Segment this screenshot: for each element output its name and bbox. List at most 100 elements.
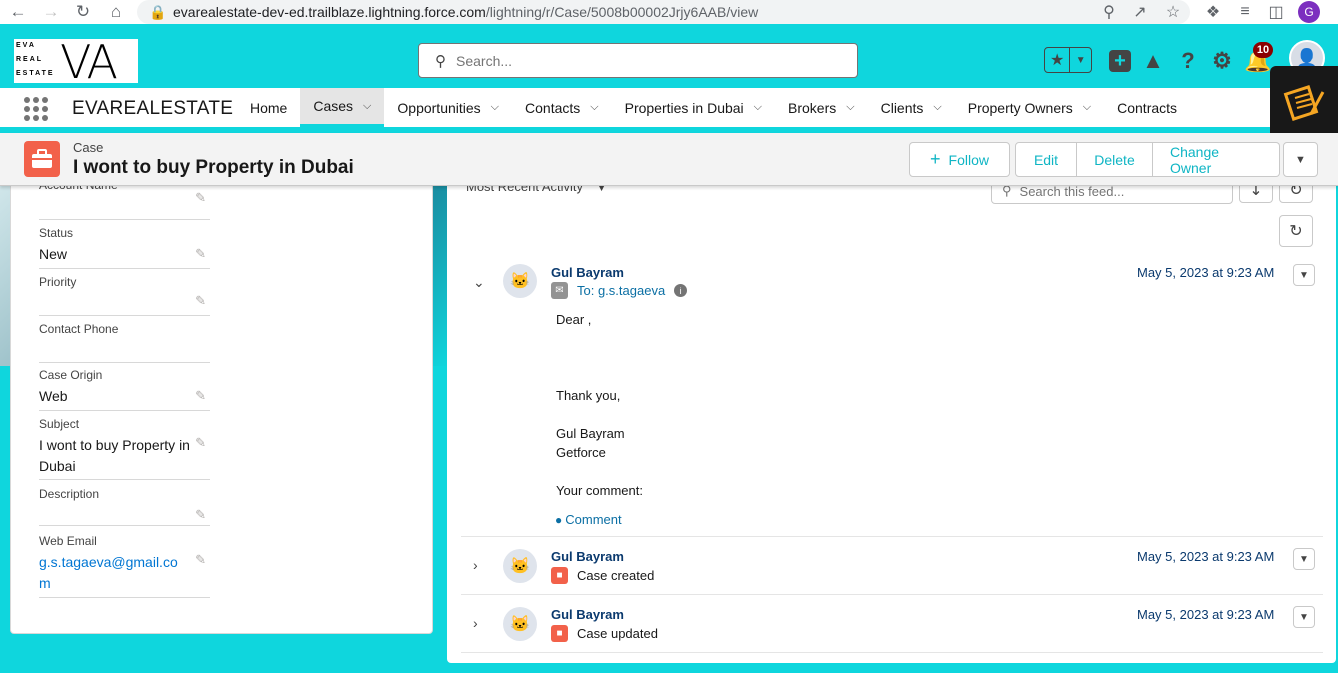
tab-contacts[interactable]: Contacts ⌵ [512, 88, 612, 127]
reload-icon[interactable]: ↻ [71, 0, 95, 24]
chevron-down-icon[interactable]: ⌵ [1083, 101, 1091, 114]
feed-item-menu-icon[interactable]: ▼ [1293, 548, 1315, 570]
email-recipient[interactable]: To: g.s.tagaeva [577, 283, 665, 298]
field-value: New [39, 246, 68, 262]
help-icon[interactable]: ? [1175, 48, 1201, 74]
browser-toolbar: ← → ↻ ⌂ 🔒 evarealestate-dev-ed.trailblaz… [0, 0, 1338, 24]
author-avatar[interactable]: 🐱 [503, 607, 537, 641]
web-email-link[interactable]: g.s.tagaeva@gmail.com [39, 552, 184, 594]
field-label: Description [39, 487, 100, 501]
case-icon: ■ [551, 567, 568, 584]
search-icon: ⚲ [435, 52, 446, 70]
field-label: Web Email [39, 534, 97, 548]
global-actions-button[interactable]: + [1107, 48, 1133, 74]
tab-home[interactable]: Home [237, 88, 300, 127]
delete-button[interactable]: Delete [1077, 142, 1153, 177]
edit-pencil-icon[interactable]: ✎ [195, 190, 206, 206]
author-name-link[interactable]: Gul Bayram [551, 265, 624, 280]
feed-item: › 🐱 Gul Bayram ■ Case updated May 5, 202… [461, 595, 1323, 653]
activity-feed-panel: Most Recent Activity ▼ ⚲ Search this fee… [447, 176, 1336, 663]
feed-item-date[interactable]: May 5, 2023 at 9:23 AM [1137, 607, 1274, 622]
collapse-chevron-icon[interactable]: ⌄ [473, 274, 485, 291]
comment-button[interactable]: ● Comment [555, 512, 622, 527]
trailhead-icon[interactable]: ▲ [1140, 48, 1166, 74]
author-name-link[interactable]: Gul Bayram [551, 607, 624, 622]
field-label: Subject [39, 417, 80, 431]
edit-pencil-icon[interactable]: ✎ [195, 388, 206, 404]
chevron-down-icon[interactable]: ⌵ [933, 101, 941, 114]
author-avatar[interactable]: 🐱 [503, 264, 537, 298]
feed-refresh-icon[interactable]: ↻ [1279, 215, 1313, 247]
tab-label: Brokers [788, 99, 837, 116]
setup-gear-icon[interactable]: ⚙ [1209, 48, 1235, 74]
email-body-line: Getforce [556, 445, 606, 460]
app-launcher-icon[interactable] [24, 97, 48, 121]
url-host: evarealestate-dev-ed.trailblaze.lightnin… [173, 4, 486, 20]
app-navigation-bar: EVAREALESTATE Home Cases ⌵ Opportunities ⌵… [0, 88, 1338, 130]
edit-pencil-icon[interactable]: ✎ [195, 246, 206, 262]
tab-opportunities[interactable]: Opportunities ⌵ [384, 88, 512, 127]
tab-properties-in-dubai[interactable]: Properties in Dubai ⌵ [612, 88, 775, 127]
field-case-origin: Case Origin Web ✎ [39, 368, 210, 411]
edit-pencil-icon[interactable]: ✎ [195, 552, 206, 568]
back-arrow-icon[interactable]: ← [6, 0, 30, 24]
chevron-down-icon[interactable]: ⌵ [846, 101, 854, 114]
author-avatar[interactable]: 🐱 [503, 549, 537, 583]
field-status: Status New ✎ [39, 226, 210, 269]
edit-button[interactable]: Edit [1015, 142, 1077, 177]
field-label: Status [39, 226, 74, 240]
feed-item-date[interactable]: May 5, 2023 at 9:23 AM [1137, 265, 1274, 280]
tab-cases[interactable]: Cases ⌵ [300, 88, 385, 127]
field-contact-phone: Contact Phone [39, 322, 210, 363]
favorites-star-icon[interactable]: ★ [1045, 48, 1071, 72]
follow-label: Follow [948, 151, 989, 168]
reading-list-icon[interactable]: ≡ [1233, 0, 1257, 24]
global-search-input[interactable]: ⚲ Search... [418, 43, 858, 78]
side-panel-icon[interactable]: ◫ [1264, 0, 1288, 24]
email-body-line: Dear , [556, 312, 592, 327]
forward-arrow-icon[interactable]: → [39, 0, 63, 24]
feed-item-date[interactable]: May 5, 2023 at 9:23 AM [1137, 549, 1274, 564]
activity-text: Case created [577, 568, 655, 583]
browser-profile-avatar[interactable]: G [1298, 1, 1320, 23]
share-icon[interactable]: ↗ [1128, 0, 1152, 24]
company-logo[interactable]: EVA REAL ESTATE VA [14, 35, 138, 89]
chevron-down-icon[interactable]: ⌵ [363, 100, 371, 113]
nav-tabs: Home Cases ⌵ Opportunities ⌵ Contacts ⌵ Pro… [237, 88, 1190, 127]
tab-contracts[interactable]: Contracts [1104, 88, 1190, 127]
favorites-button[interactable]: ★ ▼ [1044, 47, 1092, 73]
extensions-icon[interactable]: ❖ [1201, 0, 1225, 24]
case-briefcase-icon [24, 141, 60, 177]
chevron-down-icon[interactable]: ⌵ [590, 101, 598, 114]
tab-brokers[interactable]: Brokers ⌵ [775, 88, 868, 127]
feed-item-menu-icon[interactable]: ▼ [1293, 264, 1315, 286]
edit-pencil-icon[interactable]: ✎ [195, 293, 206, 309]
tab-label: Properties in Dubai [624, 99, 744, 116]
field-label: Priority [39, 275, 77, 289]
author-name-link[interactable]: Gul Bayram [551, 549, 624, 564]
field-label: Case Origin [39, 368, 103, 382]
tab-property-owners[interactable]: Property Owners ⌵ [955, 88, 1104, 127]
bookmark-star-icon[interactable]: ☆ [1161, 0, 1185, 24]
more-actions-dropdown-icon[interactable]: ▼ [1283, 142, 1318, 177]
chevron-down-icon[interactable]: ⌵ [754, 101, 762, 114]
home-icon[interactable]: ⌂ [104, 0, 128, 24]
address-bar[interactable]: 🔒 evarealestate-dev-ed.trailblaze.lightn… [137, 0, 1190, 24]
edit-pencil-icon[interactable]: ✎ [195, 435, 206, 451]
change-owner-button[interactable]: Change Owner [1153, 142, 1280, 177]
expand-chevron-icon[interactable]: › [473, 615, 478, 631]
chevron-down-icon[interactable]: ⌵ [491, 101, 499, 114]
zoom-icon[interactable]: ⚲ [1097, 0, 1121, 24]
app-name: EVAREALESTATE [72, 98, 234, 119]
document-stack-icon [1283, 85, 1325, 121]
edit-pencil-icon[interactable]: ✎ [195, 507, 206, 523]
favorites-dropdown-icon[interactable]: ▼ [1070, 48, 1091, 72]
tab-clients[interactable]: Clients ⌵ [868, 88, 955, 127]
feed-item-menu-icon[interactable]: ▼ [1293, 606, 1315, 628]
comment-label: Comment [565, 512, 622, 527]
follow-button[interactable]: + Follow [909, 142, 1010, 177]
expand-chevron-icon[interactable]: › [473, 557, 478, 573]
field-value: Web [39, 388, 68, 404]
utility-widget-button[interactable] [1270, 66, 1338, 140]
info-icon[interactable]: i [674, 284, 688, 297]
